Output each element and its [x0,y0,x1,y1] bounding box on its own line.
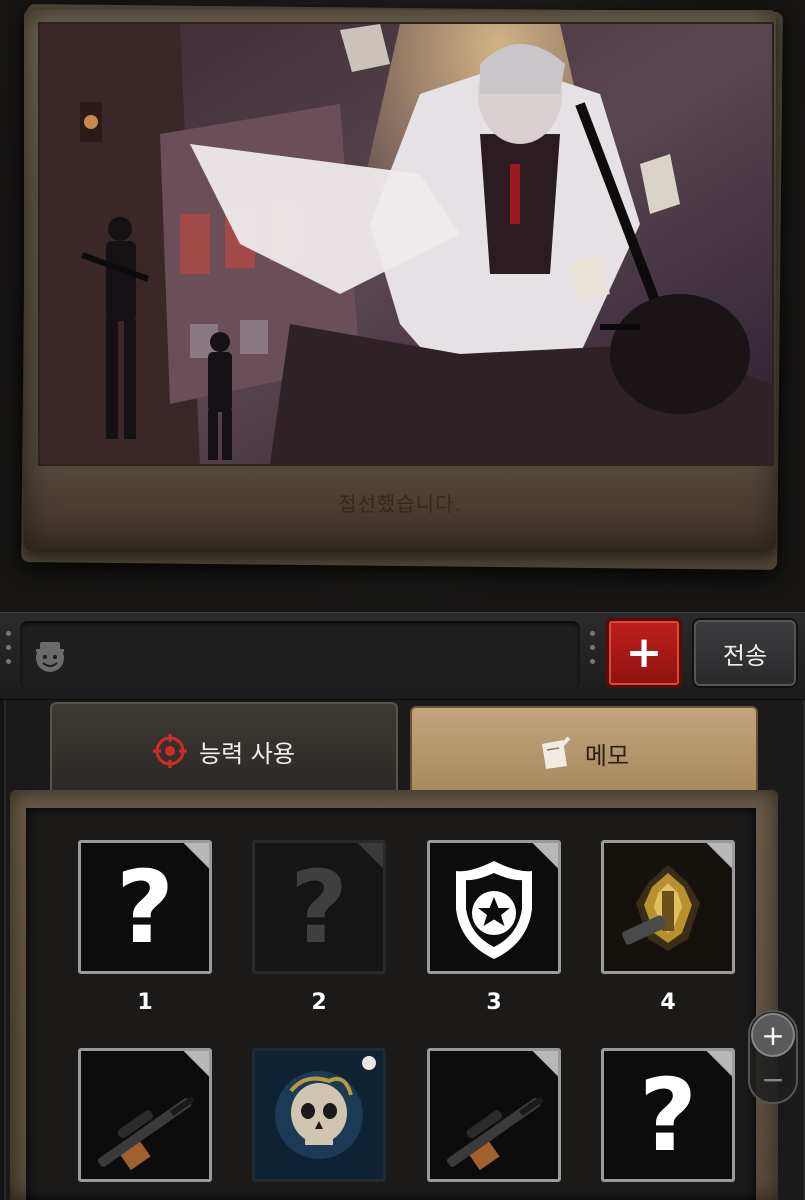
rivet-decoration [6,631,12,673]
skull-emblem-icon [255,1051,383,1179]
anonymous-avatar-icon [36,642,64,672]
tab-ability[interactable]: 능력 사용 [50,702,398,798]
slot-4[interactable] [601,840,735,974]
zoom-control: + − [748,1010,798,1104]
tab-memo-label: 메모 [584,741,630,770]
memo-icon [541,736,571,769]
story-illustration [38,22,774,466]
slot-corner [530,1051,558,1079]
slot-1[interactable]: ? [78,840,212,974]
send-button[interactable]: 전송 [692,618,798,688]
slot-2[interactable]: ? [252,840,386,974]
rivet-decoration [590,631,596,673]
chat-input-row: + 전송 [0,612,805,700]
slot-corner [355,843,383,871]
slot-corner [704,843,732,871]
zoom-out-button[interactable]: − [753,1063,793,1096]
slot-3[interactable] [427,840,561,974]
zoom-in-button[interactable]: + [751,1013,795,1057]
slot-8[interactable]: ? [601,1048,735,1182]
slot-corner [704,1051,732,1079]
slot-7[interactable] [427,1048,561,1182]
story-caption: 접선했습니다. [338,492,462,516]
slot-number: 4 [660,990,676,1015]
add-button[interactable]: + [606,618,682,688]
slot-6[interactable] [252,1048,386,1182]
tab-memo[interactable]: 메모 [410,706,758,798]
slot-number: 1 [137,990,153,1015]
slot-5[interactable] [78,1048,212,1182]
slot-number: 2 [311,990,327,1015]
crosshair-icon [153,734,188,768]
plus-icon: + [625,627,663,678]
slot-corner [530,843,558,871]
chat-input-field[interactable] [20,621,580,689]
slot-corner [181,1051,209,1079]
tab-ability-label: 능력 사용 [199,739,295,768]
slot-number: 3 [486,990,502,1015]
slot-corner [181,843,209,871]
